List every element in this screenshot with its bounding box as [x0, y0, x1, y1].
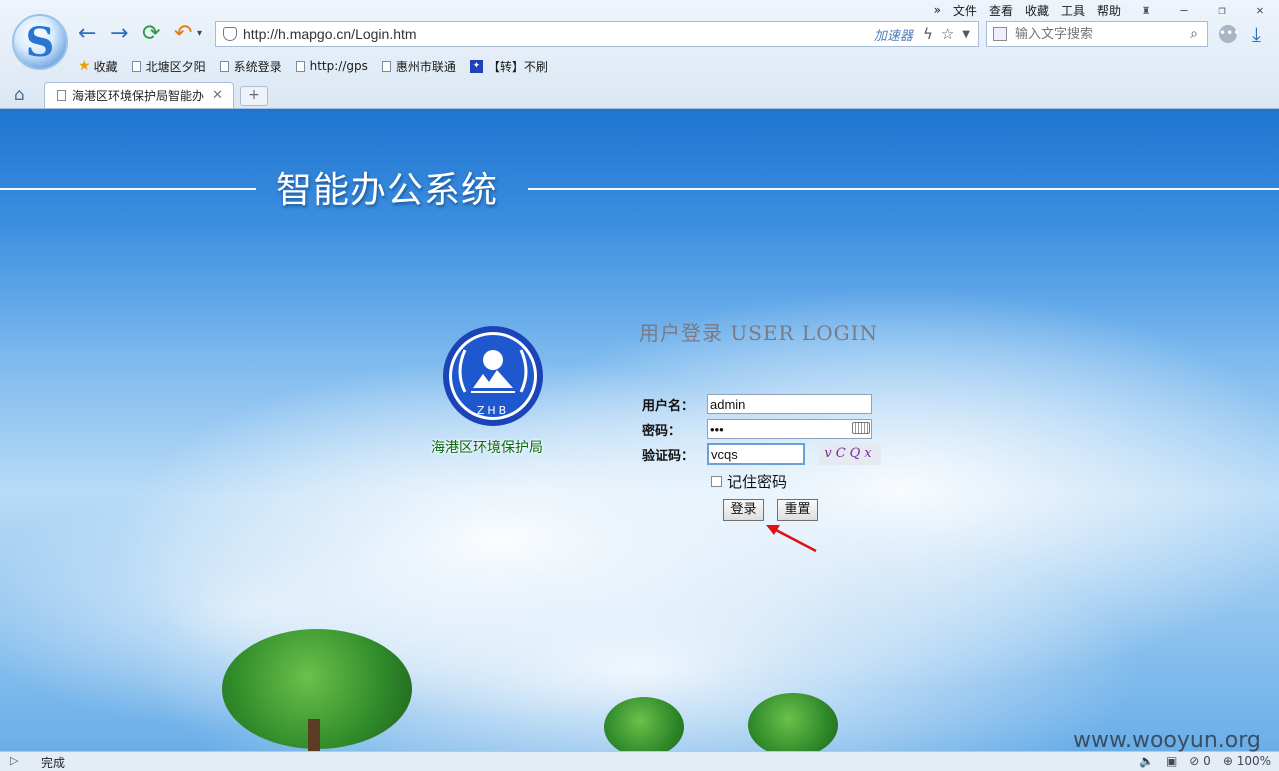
title-divider-left: [0, 188, 256, 190]
bookmark-item[interactable]: ✦ 【转】不刷: [469, 58, 548, 75]
menu-item-favorites[interactable]: 收藏: [1019, 2, 1055, 19]
download-icon[interactable]: ⤓: [1252, 22, 1261, 46]
username-field[interactable]: [707, 394, 872, 414]
search-input[interactable]: [1013, 25, 1185, 43]
back-arrow-icon[interactable]: ←: [78, 22, 96, 46]
star-outline-icon[interactable]: ☆: [941, 25, 954, 43]
zoom-icon[interactable]: ⊕ 100%: [1223, 754, 1271, 768]
accelerator-button[interactable]: 加速器: [874, 25, 913, 44]
address-bar[interactable]: http://h.mapgo.cn/Login.htm 加速器 ϟ ☆ ▼: [215, 21, 979, 47]
bookmark-favorites[interactable]: ★ 收藏: [78, 58, 118, 75]
tab-active[interactable]: 海港区环境保护局智能办 ✕: [44, 82, 234, 108]
menu-item-view[interactable]: 查看: [983, 2, 1019, 19]
minimize-icon[interactable]: –: [1165, 3, 1203, 17]
status-text: 完成: [41, 756, 66, 770]
status-bar: ▷ 完成 🔈 ▣ ⊘ 0 ⊕ 100%: [0, 751, 1279, 771]
restore-icon[interactable]: ❐: [1203, 3, 1241, 17]
org-name: 海港区环境保护局: [431, 440, 543, 456]
close-icon[interactable]: ✕: [1241, 3, 1279, 17]
tree-image: [748, 693, 838, 751]
page-icon: [57, 90, 66, 101]
new-tab-button[interactable]: +: [240, 86, 268, 106]
password-field[interactable]: [707, 419, 872, 439]
sidebar-toggle-icon[interactable]: ▷: [10, 754, 18, 767]
bookmark-label: 系统登录: [233, 59, 282, 74]
home-icon[interactable]: ⌂: [14, 85, 25, 105]
page-icon: [381, 60, 391, 72]
shield-icon: [223, 27, 237, 41]
bookmark-label: http://gps: [309, 59, 368, 73]
search-engine-icon[interactable]: [993, 27, 1007, 41]
menu-item-tools[interactable]: 工具: [1055, 2, 1091, 19]
skin-icon[interactable]: ♜: [1127, 3, 1165, 17]
lightning-icon[interactable]: ϟ: [923, 25, 933, 43]
menu-item-file[interactable]: 文件: [947, 2, 983, 19]
bookmarks-bar: ★ 收藏 北塘区夕阳 系统登录 http://gps 惠州市联通 ✦ 【转】不刷: [78, 56, 562, 76]
bookmark-label: 北塘区夕阳: [145, 59, 206, 74]
browser-logo-icon[interactable]: [12, 14, 68, 70]
username-label: 用户名：: [642, 399, 695, 414]
search-icon[interactable]: ⌕: [1185, 26, 1203, 42]
screenshot-icon[interactable]: ▣: [1166, 754, 1177, 768]
bookmark-label: 收藏: [93, 59, 118, 74]
undo-dropdown-icon[interactable]: ▾: [197, 22, 202, 46]
star-icon: ★: [78, 58, 91, 74]
ad-block-icon[interactable]: ⊘ 0: [1189, 754, 1211, 768]
red-arrow-annotation: [766, 525, 817, 553]
captcha-field[interactable]: [707, 443, 805, 465]
refresh-icon[interactable]: ⟳: [142, 22, 160, 46]
remember-checkbox[interactable]: [711, 476, 722, 487]
paw-icon: ✦: [469, 59, 483, 73]
captcha-label: 验证码：: [642, 449, 695, 464]
volume-icon[interactable]: 🔈: [1139, 754, 1154, 768]
zoom-level: 100%: [1236, 754, 1271, 768]
page-title: 智能办公系统: [276, 170, 499, 211]
page-icon: [131, 60, 141, 72]
bookmark-item[interactable]: 北塘区夕阳: [131, 58, 206, 75]
login-button[interactable]: 登录: [723, 499, 764, 521]
menu-bar: » 文件 查看 收藏 工具 帮助 ♜ – ❐ ✕: [928, 0, 1279, 20]
watermark: www.wooyun.org: [1073, 728, 1261, 753]
login-heading: 用户登录 USER LOGIN: [639, 321, 878, 345]
menu-more-icon[interactable]: »: [928, 3, 947, 17]
status-tools: 🔈 ▣ ⊘ 0 ⊕ 100%: [1139, 754, 1271, 768]
tab-close-icon[interactable]: ✕: [212, 88, 223, 103]
password-label: 密码：: [642, 424, 682, 439]
forward-arrow-icon[interactable]: →: [110, 22, 128, 46]
title-divider-right: [528, 188, 1279, 190]
remember-label: 记住密码: [727, 473, 788, 491]
login-page: 智能办公系统 ZHB 海港区环境保护局 用户登录 USER LOGIN 用户名：…: [0, 109, 1279, 751]
search-box[interactable]: ⌕: [986, 21, 1208, 47]
page-icon: [295, 60, 305, 72]
remember-password[interactable]: 记住密码: [711, 471, 787, 492]
block-count: 0: [1203, 754, 1211, 768]
bookmark-label: 【转】不刷: [487, 59, 548, 74]
reset-button[interactable]: 重置: [777, 499, 818, 521]
keyboard-icon[interactable]: [852, 422, 870, 434]
captcha-image[interactable]: vCQx: [819, 443, 881, 465]
bookmark-label: 惠州市联通: [395, 59, 456, 74]
more-options-icon[interactable]: •••: [1219, 25, 1240, 43]
menu-item-help[interactable]: 帮助: [1091, 2, 1127, 19]
tab-title: 海港区环境保护局智能办: [72, 89, 205, 103]
url-text[interactable]: http://h.mapgo.cn/Login.htm: [243, 26, 874, 42]
chevron-down-icon[interactable]: ▼: [962, 29, 970, 40]
bookmark-item[interactable]: 系统登录: [219, 58, 282, 75]
tree-image: [604, 697, 684, 751]
browser-chrome: » 文件 查看 收藏 工具 帮助 ♜ – ❐ ✕ ← → ⟳ ↶ ▾ http:…: [0, 0, 1279, 109]
undo-icon[interactable]: ↶: [174, 22, 192, 46]
tree-trunk: [308, 719, 320, 751]
bookmark-item[interactable]: 惠州市联通: [381, 58, 456, 75]
page-icon: [219, 60, 229, 72]
bookmark-item[interactable]: http://gps: [295, 59, 368, 73]
emblem-text: ZHB: [477, 404, 509, 417]
zhb-emblem-logo: ZHB: [443, 326, 543, 426]
